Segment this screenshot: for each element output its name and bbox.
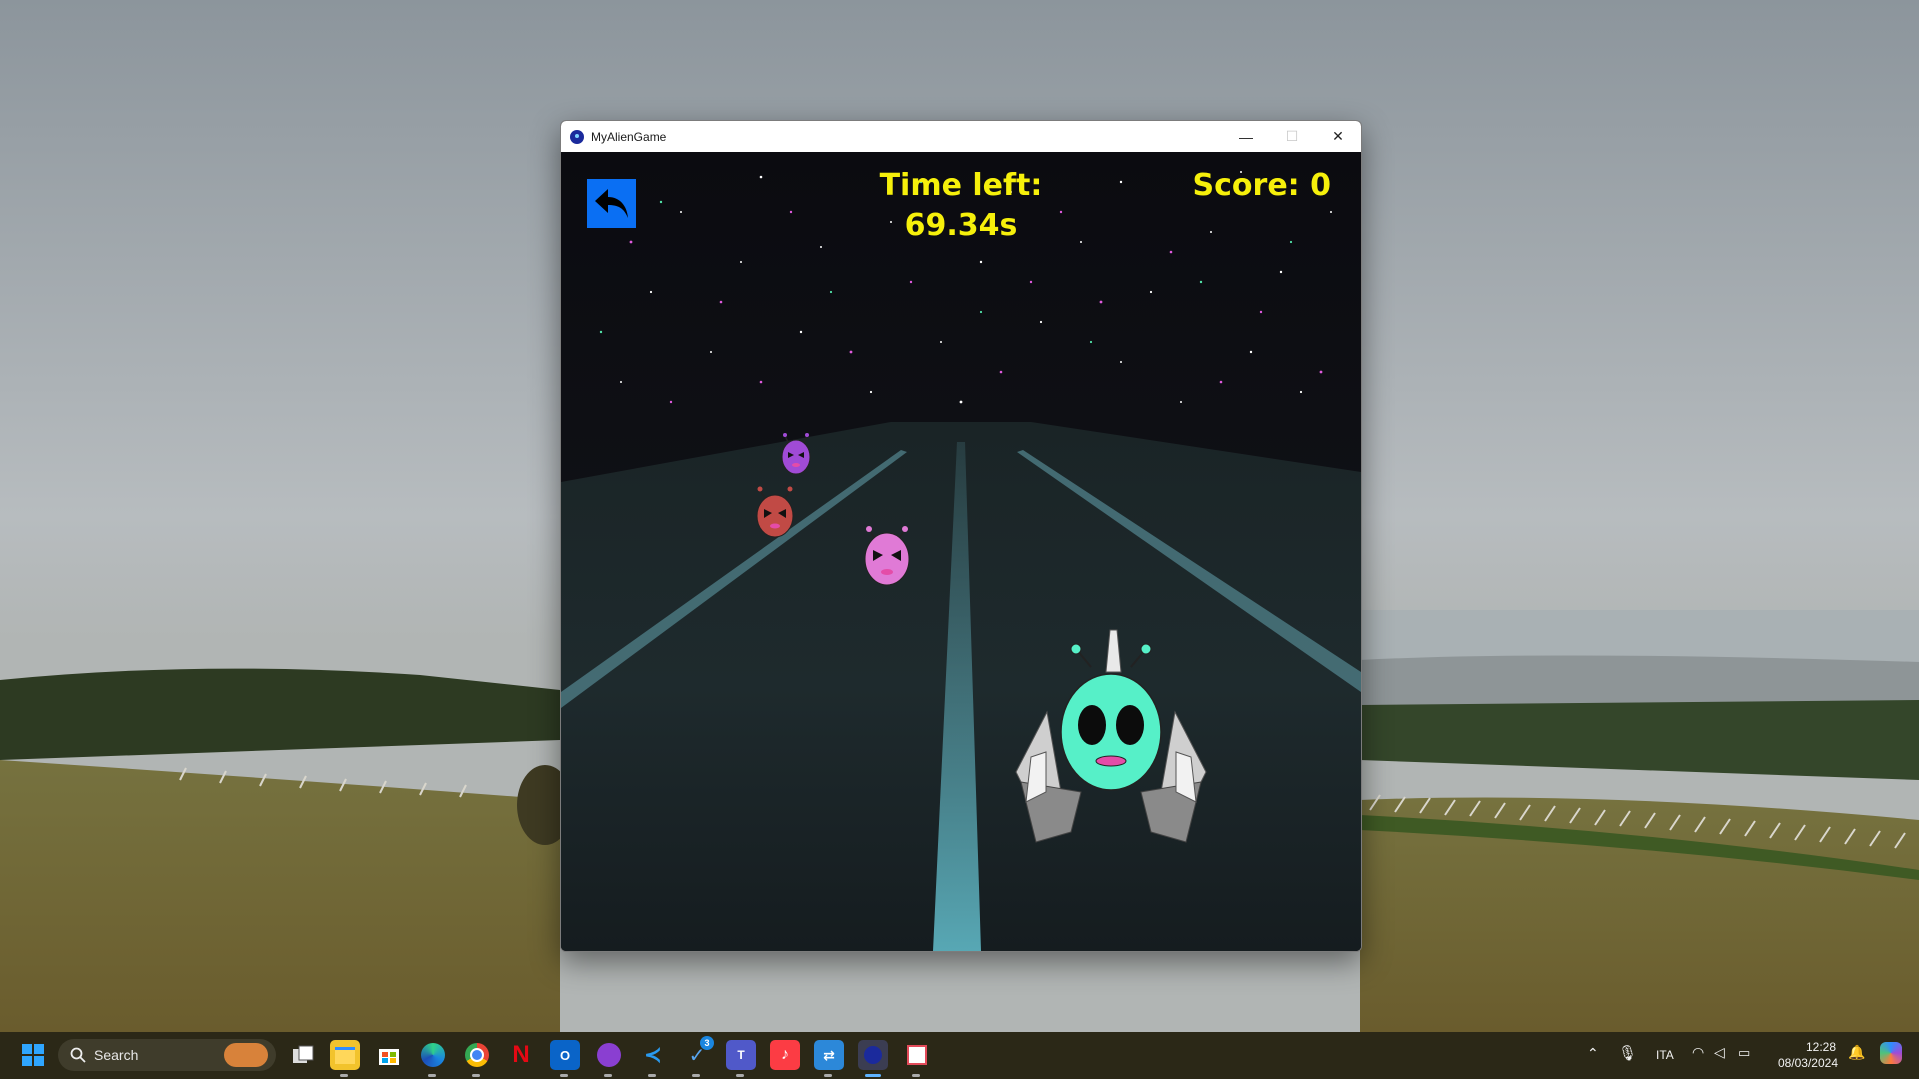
my-alien-game-button[interactable] [858,1040,888,1070]
search-icon [70,1047,86,1063]
running-indicator [736,1074,744,1077]
steam-button[interactable]: ✓ 3 [682,1036,714,1070]
taskbar: Search N O ≺ ✓ 3 T ♪ ⇄ ⌃ 🎙 ITA ◠ ◁ ▭ 12:… [0,1032,1919,1079]
running-indicator [472,1074,480,1077]
show-hidden-icons-button[interactable]: ⌃ [1587,1045,1599,1062]
folder-icon [335,1046,355,1064]
task-view-icon [293,1045,314,1063]
battery-icon[interactable]: ▭ [1738,1045,1750,1061]
microsoft-store-button[interactable] [374,1040,404,1070]
window-titlebar[interactable]: MyAlienGame — ☐ ✕ [561,121,1361,152]
github-icon [597,1043,621,1067]
running-indicator [604,1074,612,1077]
running-indicator [824,1074,832,1077]
back-button[interactable] [587,179,636,228]
edge-icon [421,1043,445,1067]
store-icon [379,1049,399,1065]
remote-desktop-icon: ⇄ [823,1046,835,1063]
apple-music-button[interactable]: ♪ [770,1040,800,1070]
app-logo-icon [864,1046,882,1064]
app-logo-icon [570,129,584,144]
netflix-icon: N [512,1041,530,1068]
game-canvas[interactable]: Time left: 69.34s Score: 0 [561,152,1361,951]
remote-desktop-button[interactable]: ⇄ [814,1040,844,1070]
running-indicator [428,1074,436,1077]
chrome-icon [465,1043,489,1067]
game-window: MyAlienGame — ☐ ✕ Time left: 69.34s Scor… [560,120,1362,952]
search-highlight-icon [224,1043,268,1067]
snipping-tool-icon [907,1045,927,1065]
minimize-button[interactable]: — [1223,121,1269,152]
time-left-label: Time left: [879,168,1043,203]
task-view-button[interactable] [288,1040,318,1070]
microphone-icon[interactable]: 🎙 [1618,1044,1637,1062]
time-left-value: 69.34s [904,208,1018,243]
windows-icon [22,1044,44,1066]
vscode-icon: ≺ [643,1042,663,1067]
outlook-button[interactable]: O [550,1040,580,1070]
chrome-button[interactable] [462,1040,492,1070]
running-indicator [912,1074,920,1077]
clock-time[interactable]: 12:28 [1776,1040,1836,1054]
active-app-indicator [865,1074,881,1077]
volume-icon[interactable]: ◁ [1714,1044,1725,1061]
netflix-button[interactable]: N [506,1040,536,1070]
clock-date[interactable]: 08/03/2024 [1768,1056,1838,1070]
running-indicator [648,1074,656,1077]
window-title: MyAlienGame [591,129,667,144]
copilot-icon[interactable] [1880,1042,1902,1064]
snipping-tool-button[interactable] [902,1040,932,1070]
edge-button[interactable] [418,1040,448,1070]
wifi-icon[interactable]: ◠ [1692,1044,1704,1061]
pink-alien-enemy [864,526,910,586]
notification-bell-icon[interactable]: 🔔 [1848,1044,1865,1061]
running-indicator [560,1074,568,1077]
close-button[interactable]: ✕ [1315,121,1361,152]
search-placeholder: Search [94,1047,139,1063]
file-explorer-button[interactable] [330,1040,360,1070]
maximize-button[interactable]: ☐ [1269,121,1315,152]
language-indicator[interactable]: ITA [1656,1048,1674,1062]
score-display: Score: 0 [1192,168,1331,203]
github-desktop-button[interactable] [594,1040,624,1070]
search-input[interactable]: Search [58,1039,276,1071]
running-indicator [340,1074,348,1077]
back-arrow-icon [594,188,628,218]
steam-notification-badge: 3 [700,1036,714,1050]
outlook-icon: O [559,1047,571,1063]
teams-button[interactable]: T [726,1040,756,1070]
teams-icon: T [737,1048,745,1062]
running-indicator [692,1074,700,1077]
music-note-icon: ♪ [781,1046,789,1063]
time-left-display: Time left: 69.34s [861,166,1061,246]
start-button[interactable] [18,1040,48,1070]
vscode-button[interactable]: ≺ [638,1040,668,1070]
road-background [561,152,1361,951]
